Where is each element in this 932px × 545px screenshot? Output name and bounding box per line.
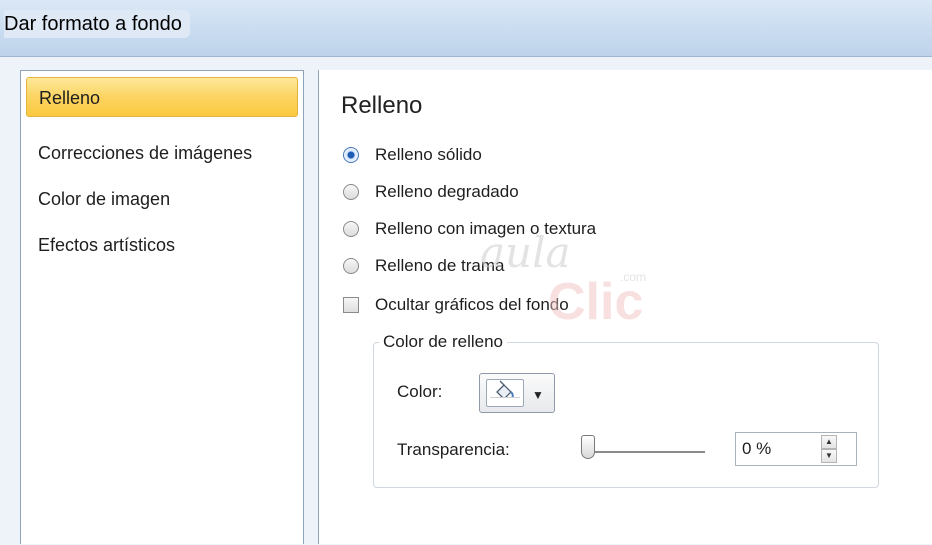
color-picker-button[interactable]: ▼ [479,373,555,413]
chevron-down-icon: ▼ [532,388,544,402]
radio-label: Relleno con imagen o textura [375,219,597,238]
checkbox-unchecked-icon [343,297,359,313]
dialog-title-bar: Dar formato a fondo [0,0,932,56]
transparency-spinner: ▲ ▼ [821,434,855,464]
sidebar-item-efectos[interactable]: Efectos artísticos [26,225,298,265]
radio-unchecked-icon [343,184,359,200]
radio-checked-icon [343,147,359,163]
radio-unchecked-icon [343,258,359,274]
transparency-label: Transparencia: [397,440,510,459]
current-color-swatch [490,397,520,403]
settings-panel: Relleno Relleno sólido Relleno degradado… [318,70,932,544]
sidebar-item-color-imagen[interactable]: Color de imagen [26,179,298,219]
sidebar-item-correcciones[interactable]: Correcciones de imágenes [26,133,298,173]
color-label: Color: [397,382,443,401]
spinner-up-icon[interactable]: ▲ [821,435,837,449]
category-sidebar: Relleno Correcciones de imágenes Color d… [20,70,304,544]
dialog-title: Dar formato a fondo [4,10,190,38]
radio-unchecked-icon [343,221,359,237]
radio-label: Relleno de trama [375,256,505,275]
fill-color-group [373,342,879,488]
transparency-slider-thumb[interactable] [581,435,595,459]
checkbox-label: Ocultar gráficos del fondo [375,295,569,314]
radio-label: Relleno sólido [375,145,482,164]
fill-color-group-legend: Color de relleno [379,332,508,352]
radio-label: Relleno degradado [375,182,519,201]
transparency-slider-track[interactable] [591,451,705,453]
spinner-down-icon[interactable]: ▼ [821,449,837,463]
panel-heading: Relleno [341,92,423,119]
sidebar-item-relleno[interactable]: Relleno [26,77,298,117]
paint-bucket-icon [486,379,524,407]
